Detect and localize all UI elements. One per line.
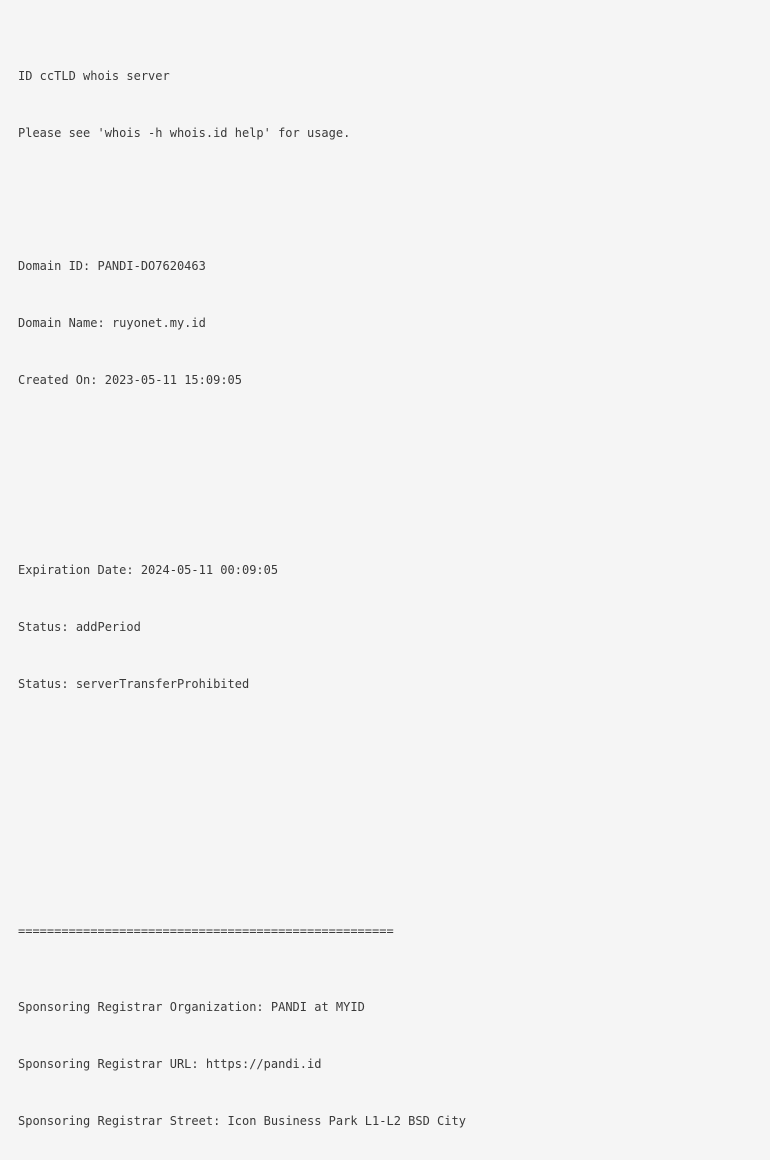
status-label: Status: [18,620,69,634]
registrar-url-line: Sponsoring Registrar URL: https://pandi.… [18,1055,770,1074]
domain-name-value: ruyonet.my.id [111,316,206,330]
domain-name-label: Domain Name: [18,316,105,330]
status-value-addperiod: addPeriod [75,620,141,634]
registrar-organization-value: PANDI at MYID [270,1000,365,1014]
registrar-street-label: Sponsoring Registrar Street: [18,1114,221,1128]
created-on-label: Created On: [18,373,98,387]
status-label: Status: [18,677,69,691]
created-on-line: Created On: 2023-05-11 15:09:05 [18,371,770,390]
section-separator: ========================================… [18,924,394,938]
expiration-date-label: Expiration Date: [18,563,134,577]
whois-usage-line: Please see 'whois -h whois.id help' for … [18,126,351,140]
domain-id-value: PANDI-DO7620463 [97,259,206,273]
domain-name-line: Domain Name: ruyonet.my.id [18,314,770,333]
registrar-street-value: Icon Business Park L1-L2 BSD City [227,1114,466,1128]
registrar-organization-line: Sponsoring Registrar Organization: PANDI… [18,998,770,1017]
status-line-1: Status: addPeriod [18,618,770,637]
registrar-url-value: https://pandi.id [205,1057,322,1071]
created-on-value: 2023-05-11 15:09:05 [104,373,242,387]
expiration-date-line: Expiration Date: 2024-05-11 00:09:05 [18,561,770,580]
whois-server-line: ID ccTLD whois server [18,69,170,83]
registrar-url-label: Sponsoring Registrar URL: [18,1057,199,1071]
status-line-2: Status: serverTransferProhibited [18,675,770,694]
status-value-servertransferprohibited: serverTransferProhibited [75,677,250,691]
registrar-organization-label: Sponsoring Registrar Organization: [18,1000,264,1014]
expiration-date-value: 2024-05-11 00:09:05 [140,563,279,577]
registrar-street-line: Sponsoring Registrar Street: Icon Busine… [18,1112,770,1131]
whois-output-text: ID ccTLD whois server Please see 'whois … [0,0,770,1160]
domain-id-line: Domain ID: PANDI-DO7620463 [18,257,770,276]
domain-id-label: Domain ID: [18,259,91,273]
